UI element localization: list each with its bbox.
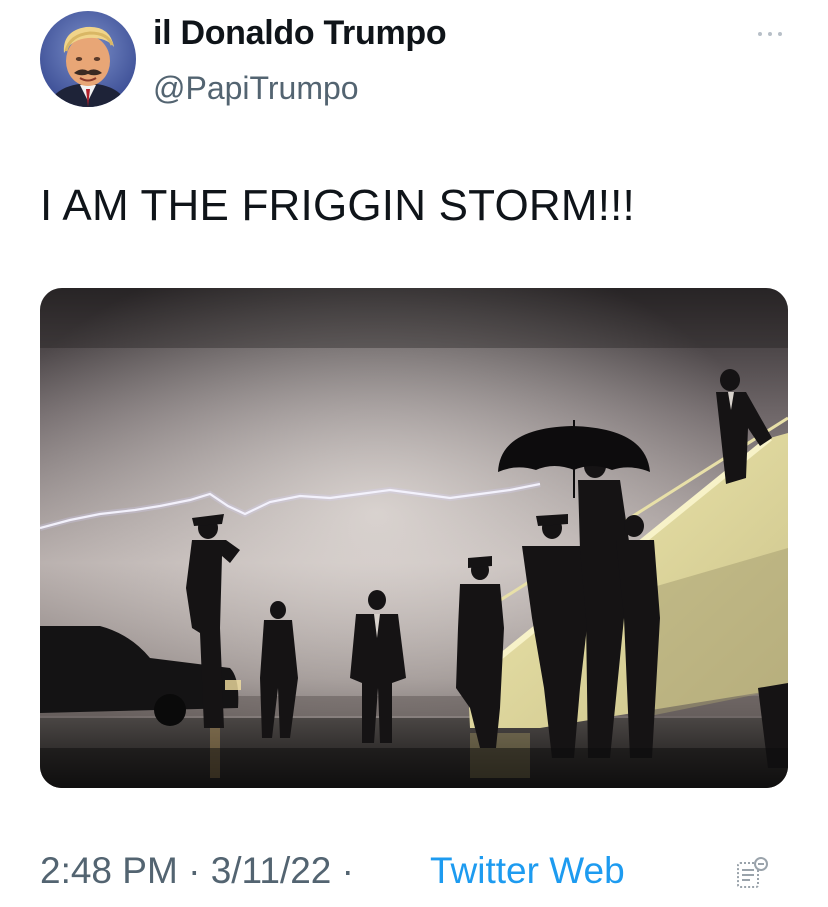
tweet-timestamp[interactable]: 2:48 PM · 3/11/22 · (40, 850, 354, 892)
meta-separator: · (188, 850, 201, 891)
more-dots-icon (758, 32, 782, 36)
storm-photo (40, 288, 788, 788)
tweet-media-photo[interactable] (40, 288, 788, 788)
analytics-button[interactable] (735, 854, 771, 890)
profile-photo (40, 11, 136, 107)
tweet-source-link[interactable]: Twitter Web (430, 850, 625, 892)
author-display-name[interactable]: il Donaldo Trumpo (153, 14, 447, 53)
avatar[interactable] (40, 11, 136, 107)
tweet-text: I AM THE FRIGGIN STORM!!! (40, 181, 635, 230)
meta-separator: · (341, 850, 354, 891)
more-options-button[interactable] (752, 22, 788, 46)
tweet-time: 2:48 PM (40, 850, 178, 891)
author-handle[interactable]: @PapiTrumpo (153, 70, 359, 107)
tweet-date: 3/11/22 (210, 850, 332, 891)
analytics-icon (737, 857, 768, 888)
